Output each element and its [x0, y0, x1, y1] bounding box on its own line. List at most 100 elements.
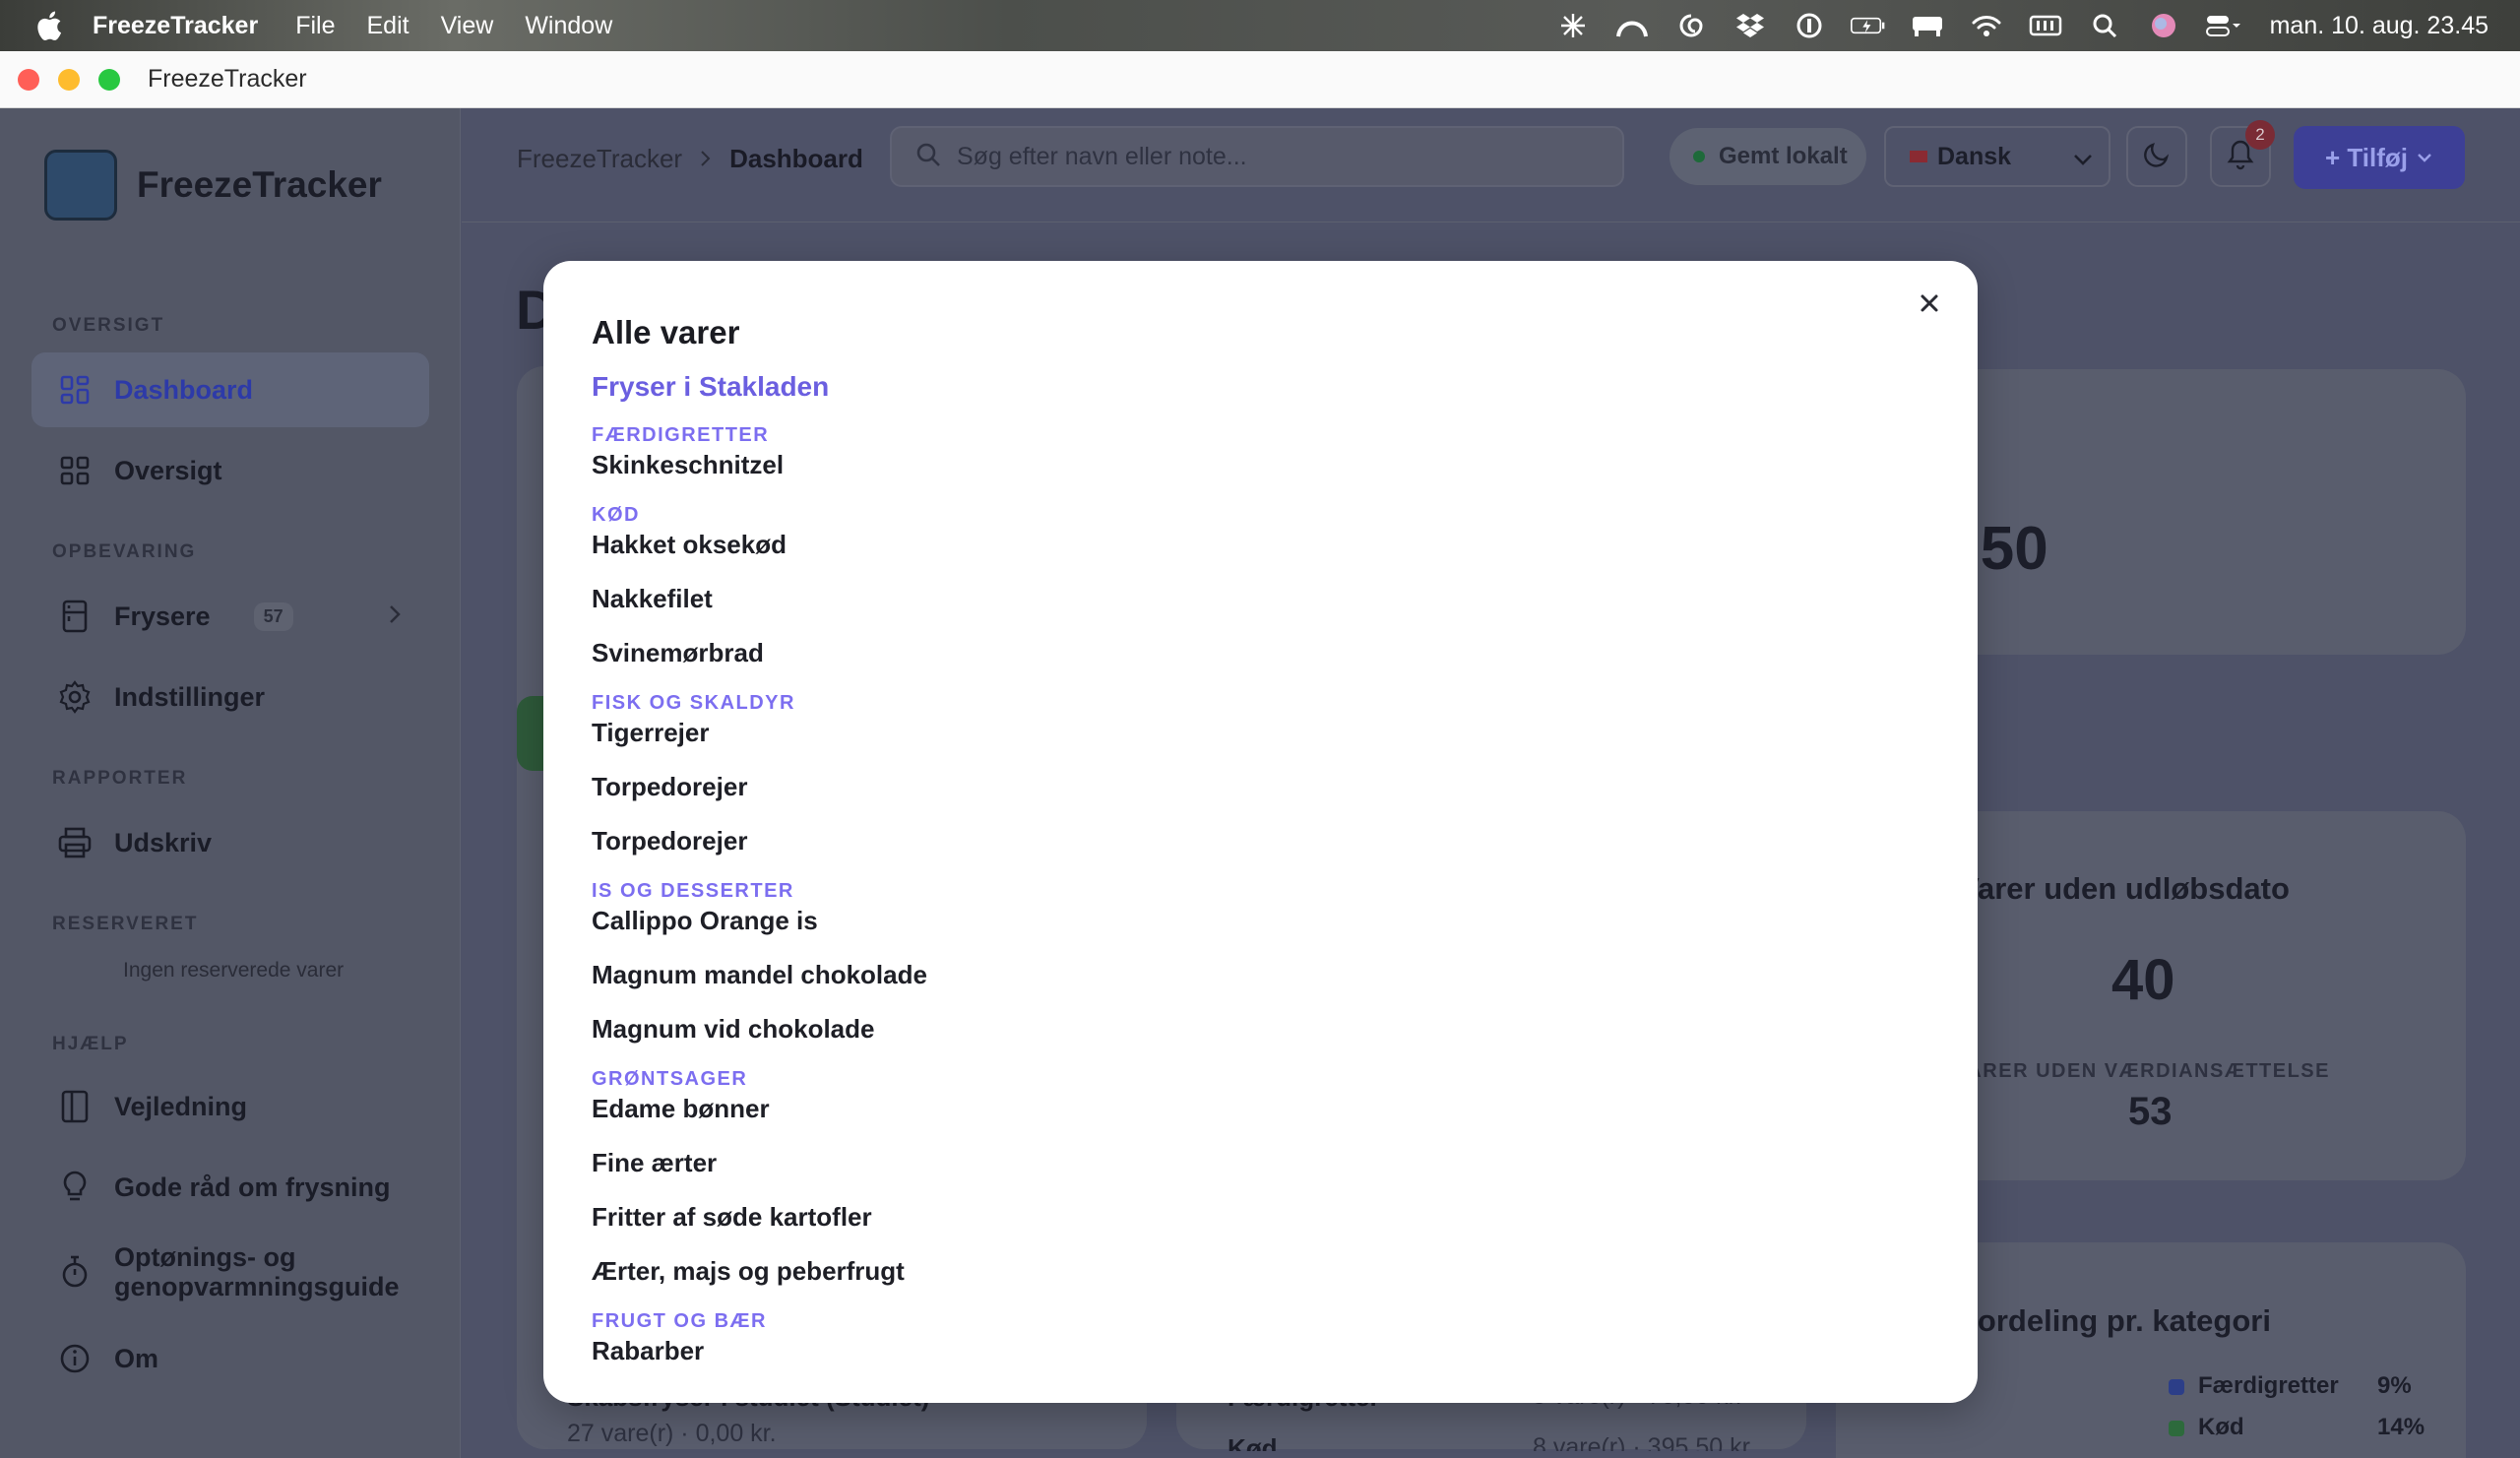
control-center-icon[interactable]	[2205, 11, 2240, 40]
language-select[interactable]: Dansk	[1884, 126, 2110, 187]
list-item[interactable]: Torpedorejer	[592, 771, 1871, 825]
sidebar-item-udskriv[interactable]: Udskriv	[32, 805, 429, 880]
category-label: KØD	[592, 504, 640, 526]
sidebar-item-label: Gode råd om frysning	[114, 1172, 391, 1202]
no-expiry-count: 40	[2111, 948, 2175, 1012]
legend-swatch	[2169, 1379, 2184, 1395]
freezer-name[interactable]: Fryser i Stakladen	[592, 371, 829, 403]
wifi-icon[interactable]	[1969, 11, 2004, 40]
category-label: FRUGT OG BÆR	[592, 1310, 767, 1332]
menu-file[interactable]: File	[295, 12, 335, 40]
minimize-window-button[interactable]	[58, 68, 80, 91]
menubar-clock[interactable]: man. 10. aug. 23.45	[2270, 12, 2488, 40]
sidebar-item-label: Om	[114, 1343, 159, 1373]
list-item[interactable]: Torpedorejer	[592, 825, 1871, 879]
timer-icon	[57, 1254, 93, 1290]
chevron-down-icon	[2071, 148, 2095, 178]
list-item[interactable]: Tigerrejer	[592, 717, 1871, 771]
list-item[interactable]: Magnum mandel chokolade	[592, 959, 1871, 1013]
saved-status-label: Gemt lokalt	[1719, 143, 1848, 169]
zoom-window-button[interactable]	[98, 68, 120, 91]
dark-mode-toggle[interactable]	[2126, 126, 2187, 187]
breadcrumb-separator-icon	[700, 144, 712, 174]
window-title: FreezeTracker	[148, 65, 307, 93]
list-item[interactable]: Skinkeschnitzel	[592, 449, 1871, 503]
swirl-icon[interactable]	[1673, 11, 1709, 40]
menu-edit[interactable]: Edit	[366, 12, 409, 40]
list-item[interactable]: Fritter af søde kartofler	[592, 1201, 1871, 1255]
sparkle-icon[interactable]	[1555, 11, 1591, 40]
list-item[interactable]: Ærter, majs og peberfrugt	[592, 1255, 1871, 1309]
sidebar-item-oversigt[interactable]: Oversigt	[32, 433, 429, 508]
list-item[interactable]: Svinemørbrad	[592, 637, 1871, 691]
list-item[interactable]: Callippo Orange is	[592, 905, 1871, 959]
modal-title: Alle varer	[592, 314, 740, 350]
siri-icon[interactable]	[2146, 11, 2181, 40]
arc-icon[interactable]	[1614, 11, 1650, 40]
sidebar-item-label: Dashboard	[114, 374, 254, 405]
breadcrumb: FreezeTracker Dashboard	[517, 144, 863, 174]
sidebar-item-label-line1: Optønings- og	[114, 1242, 296, 1272]
memory-icon[interactable]	[2028, 11, 2063, 40]
sidebar-item-vejledning[interactable]: Vejledning	[32, 1069, 429, 1144]
freezer-count-badge: 57	[253, 602, 293, 631]
notifications-button[interactable]: 2	[2210, 120, 2275, 187]
section-label-help: HJÆLP	[52, 1034, 129, 1054]
legend-pct: 14%	[2377, 1414, 2426, 1440]
status-dot	[1693, 151, 1705, 162]
menubar-app-name[interactable]: FreezeTracker	[93, 12, 258, 40]
menu-bar: FreezeTracker File Edit View Window man.…	[0, 0, 2520, 51]
notification-count-badge: 2	[2245, 120, 2275, 150]
brand-name: FreezeTracker	[137, 164, 382, 205]
spotlight-icon[interactable]	[2087, 11, 2122, 40]
sidebar-item-label: Optønings- og genopvarmningsguide	[114, 1242, 400, 1301]
sidebar-item-dashboard[interactable]: Dashboard	[32, 352, 429, 427]
apple-icon[interactable]	[33, 9, 63, 42]
list-item[interactable]: Nakkefilet	[592, 583, 1871, 637]
sidebar-item-gode-raad[interactable]: Gode råd om frysning	[32, 1150, 429, 1225]
items-list: FÆRDIGRETTER Skinkeschnitzel KØD Hakket oks…	[592, 423, 1871, 1389]
menu-window[interactable]: Window	[525, 12, 612, 40]
sidebar-item-label: Vejledning	[114, 1091, 248, 1121]
display-icon[interactable]	[1910, 11, 1945, 40]
sidebar-item-om[interactable]: Om	[32, 1321, 429, 1396]
list-item[interactable]: Magnum vid chokolade	[592, 1013, 1871, 1067]
close-icon[interactable]	[1915, 288, 1944, 318]
sidebar-item-label: Udskriv	[114, 827, 213, 857]
sidebar-item-optoning[interactable]: Optønings- og genopvarmningsguide	[32, 1233, 429, 1311]
brand[interactable]: FreezeTracker	[44, 150, 382, 221]
window-titlebar: FreezeTracker	[0, 51, 2520, 108]
section-label-reserved: RESERVERET	[52, 914, 199, 934]
overview-grid-icon	[57, 453, 93, 488]
legend-pct: 9%	[2377, 1372, 2412, 1399]
search-input[interactable]: Søg efter navn eller note...	[890, 126, 1624, 187]
printer-icon	[57, 825, 93, 860]
close-window-button[interactable]	[18, 68, 39, 91]
grid-icon	[57, 372, 93, 408]
legend-label: Færdigretter	[2198, 1372, 2339, 1399]
no-value-label: VARER UDEN VÆRDIANSÆTTELSE	[1954, 1060, 2330, 1082]
top-bar: FreezeTracker Dashboard Søg efter navn e…	[462, 108, 2520, 222]
add-button-label: + Tilføj	[2324, 142, 2409, 172]
menu-view[interactable]: View	[441, 12, 494, 40]
lightbulb-icon	[57, 1170, 93, 1205]
list-item[interactable]: Edame bønner	[592, 1093, 1871, 1147]
sidebar-item-frysere[interactable]: Frysere 57	[32, 579, 429, 654]
chevron-right-icon[interactable]	[388, 602, 402, 632]
battery-icon[interactable]	[1850, 11, 1886, 40]
category-label: FISK OG SKALDYR	[592, 692, 795, 714]
add-button[interactable]: + Tilføj	[2294, 126, 2465, 189]
sidebar-item-label: Oversigt	[114, 455, 222, 485]
list-item[interactable]: Hakket oksekød	[592, 529, 1871, 583]
password-manager-icon[interactable]	[1792, 11, 1827, 40]
breadcrumb-root[interactable]: FreezeTracker	[517, 144, 682, 174]
dropbox-icon[interactable]	[1732, 11, 1768, 40]
sidebar-item-indstillinger[interactable]: Indstillinger	[32, 660, 429, 734]
list-item[interactable]: Rabarber	[592, 1335, 1871, 1389]
info-icon	[57, 1341, 93, 1376]
list-item[interactable]: Fine ærter	[592, 1147, 1871, 1201]
section-label-reports: RAPPORTER	[52, 768, 188, 789]
gear-icon	[57, 679, 93, 715]
freezer-card-subtitle: 27 vare(r) · 0,00 kr.	[567, 1420, 777, 1447]
search-icon	[915, 142, 941, 172]
